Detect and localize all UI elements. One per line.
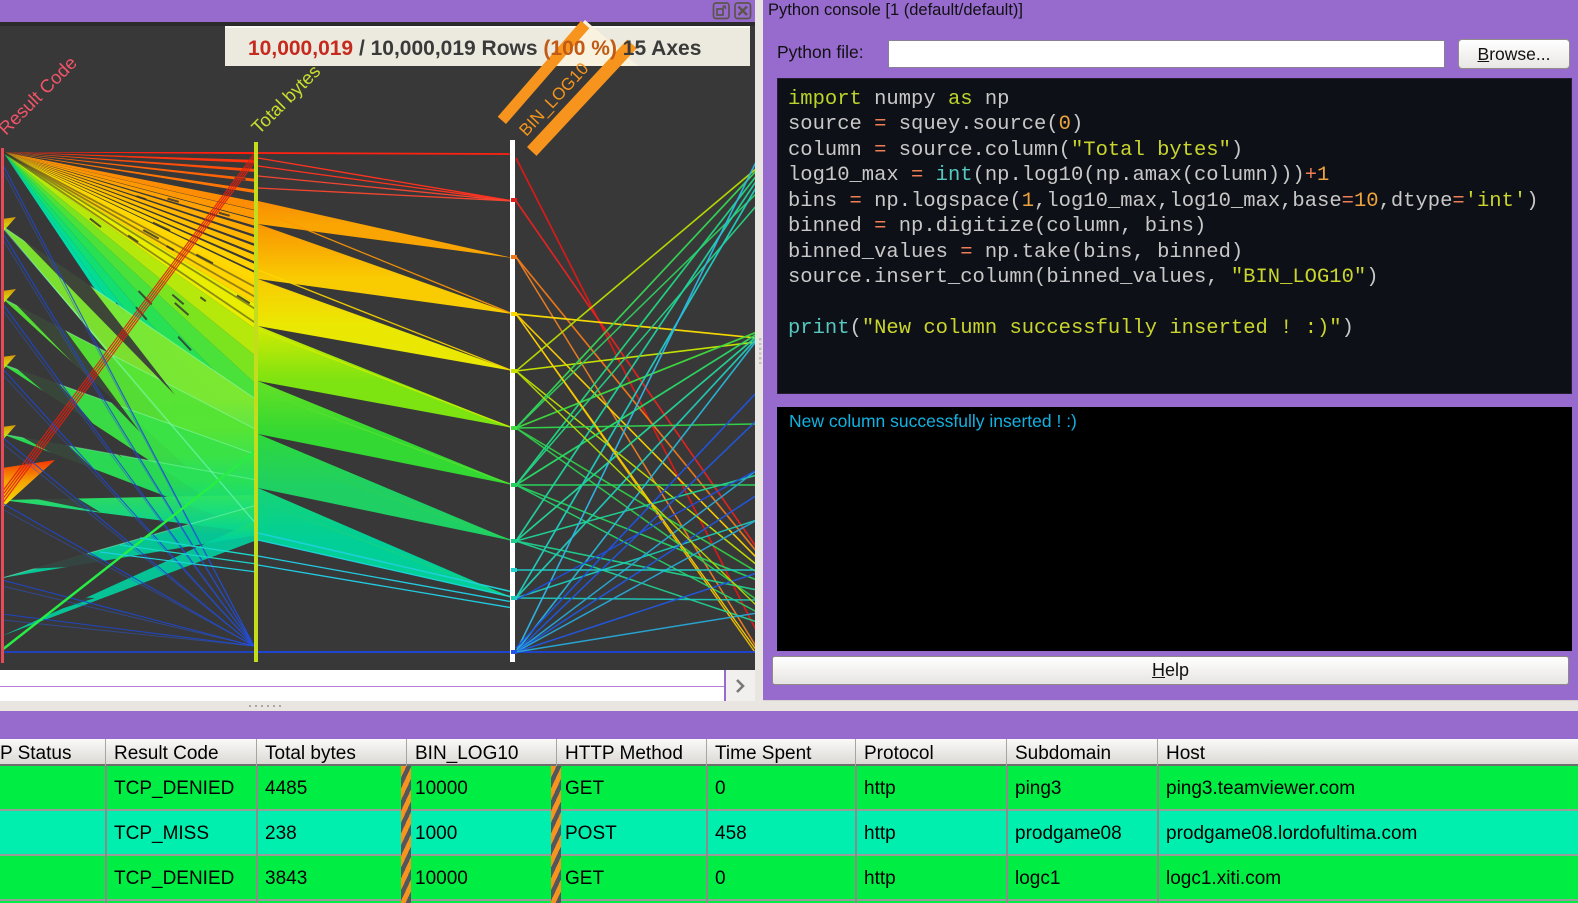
svg-text:10,000,019 / 10,000,019 Rows (: 10,000,019 / 10,000,019 Rows (100 %) 15 … [248,37,701,60]
